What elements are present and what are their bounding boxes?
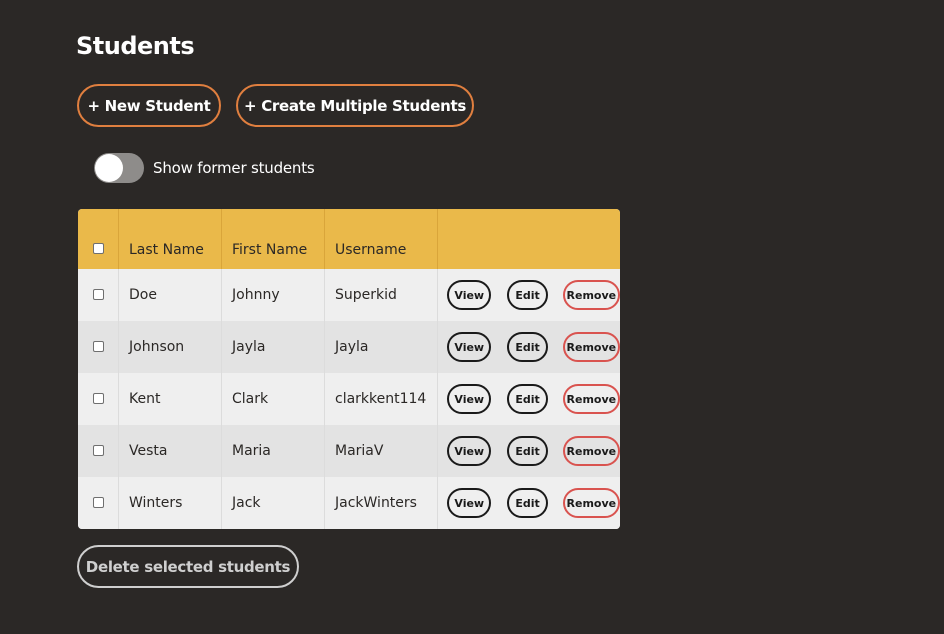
create-multiple-students-button[interactable]: + Create Multiple Students xyxy=(236,84,474,127)
table-body: Doe Johnny Superkid View Edit Remove Joh… xyxy=(78,269,620,529)
first-name-cell: Jack xyxy=(221,477,325,529)
header-select-cell xyxy=(78,209,119,269)
last-name-cell: Doe xyxy=(118,269,222,321)
edit-button[interactable]: Edit xyxy=(507,488,548,518)
username-cell: clarkkent114 xyxy=(324,373,438,425)
table-row: Johnson Jayla Jayla View Edit Remove xyxy=(78,321,620,373)
row-select-checkbox[interactable] xyxy=(92,444,104,456)
remove-button[interactable]: Remove xyxy=(562,280,620,310)
view-button[interactable]: View xyxy=(447,488,492,518)
remove-button[interactable]: Remove xyxy=(562,384,620,414)
view-button[interactable]: View xyxy=(447,280,492,310)
table-header-row: Last Name First Name Username xyxy=(78,209,620,269)
remove-button[interactable]: Remove xyxy=(562,488,620,518)
view-button[interactable]: View xyxy=(447,384,492,414)
row-select-checkbox[interactable] xyxy=(92,340,104,352)
view-button[interactable]: View xyxy=(447,332,492,362)
edit-button[interactable]: Edit xyxy=(507,436,548,466)
new-student-button[interactable]: + New Student xyxy=(77,84,221,127)
row-select-checkbox[interactable] xyxy=(92,392,104,404)
last-name-cell: Winters xyxy=(118,477,222,529)
page-title: Students xyxy=(76,32,195,60)
last-name-cell: Kent xyxy=(118,373,222,425)
last-name-cell: Johnson xyxy=(118,321,222,373)
row-select-checkbox[interactable] xyxy=(92,288,104,300)
students-table: Last Name First Name Username Doe Johnny… xyxy=(78,209,620,529)
table-row: Vesta Maria MariaV View Edit Remove xyxy=(78,425,620,477)
row-select-checkbox[interactable] xyxy=(92,496,104,508)
username-cell: Jayla xyxy=(324,321,438,373)
view-button[interactable]: View xyxy=(447,436,492,466)
toggle-knob xyxy=(95,154,123,182)
show-former-students-toggle[interactable] xyxy=(94,153,144,183)
username-cell: Superkid xyxy=(324,269,438,321)
delete-selected-students-button[interactable]: Delete selected students xyxy=(77,545,299,588)
first-name-cell: Jayla xyxy=(221,321,325,373)
show-former-students-label: Show former students xyxy=(153,159,315,177)
table-row: Kent Clark clarkkent114 View Edit Remove xyxy=(78,373,620,425)
username-cell: MariaV xyxy=(324,425,438,477)
table-row: Doe Johnny Superkid View Edit Remove xyxy=(78,269,620,321)
select-all-checkbox[interactable] xyxy=(92,242,104,254)
column-header-last-name[interactable]: Last Name xyxy=(118,209,222,269)
first-name-cell: Johnny xyxy=(221,269,325,321)
first-name-cell: Clark xyxy=(221,373,325,425)
column-header-username[interactable]: Username xyxy=(324,209,438,269)
username-cell: JackWinters xyxy=(324,477,438,529)
remove-button[interactable]: Remove xyxy=(562,332,620,362)
column-header-actions xyxy=(438,209,621,269)
table-row: Winters Jack JackWinters View Edit Remov… xyxy=(78,477,620,529)
edit-button[interactable]: Edit xyxy=(507,332,548,362)
column-header-first-name[interactable]: First Name xyxy=(221,209,325,269)
edit-button[interactable]: Edit xyxy=(507,280,548,310)
remove-button[interactable]: Remove xyxy=(562,436,620,466)
last-name-cell: Vesta xyxy=(118,425,222,477)
first-name-cell: Maria xyxy=(221,425,325,477)
show-former-students-row: Show former students xyxy=(94,153,315,183)
edit-button[interactable]: Edit xyxy=(507,384,548,414)
